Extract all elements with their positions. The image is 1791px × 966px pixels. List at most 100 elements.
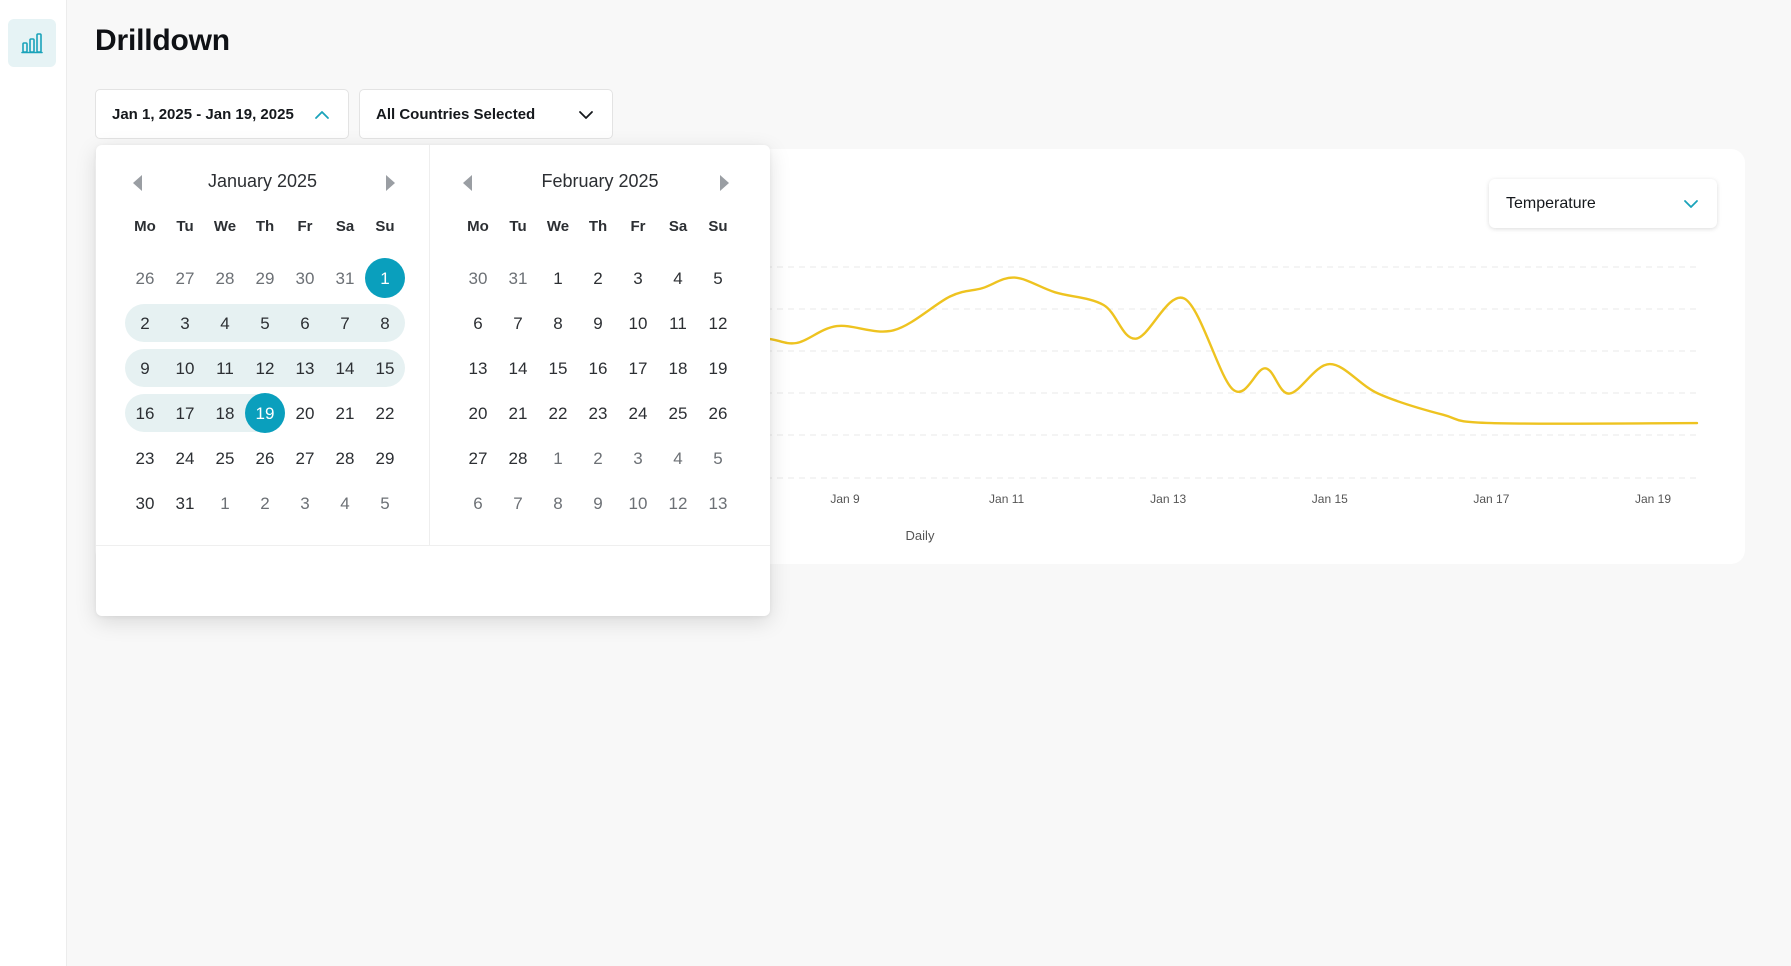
calendar-day[interactable]: 3: [165, 301, 205, 346]
calendar-day[interactable]: 7: [498, 481, 538, 526]
calendar-day[interactable]: 22: [538, 391, 578, 436]
calendar-day[interactable]: 13: [285, 346, 325, 391]
calendar-day-number: 11: [669, 313, 687, 333]
calendar-day[interactable]: 11: [205, 346, 245, 391]
calendar-day[interactable]: 16: [578, 346, 618, 391]
calendar-day[interactable]: 28: [205, 256, 245, 301]
calendar-day[interactable]: 2: [245, 481, 285, 526]
calendar-day[interactable]: 12: [245, 346, 285, 391]
calendar-day-number: 28: [335, 448, 355, 468]
calendar-day[interactable]: 19: [698, 346, 738, 391]
x-tick-label: Jan 13: [1150, 492, 1186, 506]
calendar-day[interactable]: 5: [365, 481, 405, 526]
calendar-day[interactable]: 28: [325, 436, 365, 481]
calendar-day[interactable]: 30: [285, 256, 325, 301]
calendar-day[interactable]: 31: [325, 256, 365, 301]
calendar-day[interactable]: 28: [498, 436, 538, 481]
chevron-down-icon: [1684, 200, 1698, 208]
calendar-day[interactable]: 16: [125, 391, 165, 436]
calendar-day[interactable]: 12: [658, 481, 698, 526]
calendar-day[interactable]: 24: [618, 391, 658, 436]
calendar-day[interactable]: 20: [458, 391, 498, 436]
calendar-day[interactable]: 25: [658, 391, 698, 436]
calendar-day-number: 31: [508, 268, 528, 288]
calendar-day[interactable]: 2: [578, 436, 618, 481]
calendar-day[interactable]: 5: [698, 436, 738, 481]
calendar-day[interactable]: 31: [165, 481, 205, 526]
calendar-day[interactable]: 27: [458, 436, 498, 481]
next-month-icon[interactable]: [716, 173, 732, 193]
calendar-day[interactable]: 7: [325, 301, 365, 346]
calendar-day[interactable]: 6: [285, 301, 325, 346]
calendar-day[interactable]: 15: [365, 346, 405, 391]
calendar-day[interactable]: 8: [538, 481, 578, 526]
calendar-day[interactable]: 10: [618, 301, 658, 346]
weekday-header: Mo Tu We Th Fr Sa Su: [125, 218, 405, 235]
x-tick-label: Jan 9: [830, 492, 860, 506]
calendar-day[interactable]: 26: [125, 256, 165, 301]
calendar-day[interactable]: 10: [165, 346, 205, 391]
calendar-day[interactable]: 20: [285, 391, 325, 436]
calendar-day[interactable]: 10: [618, 481, 658, 526]
calendar-day[interactable]: 30: [458, 256, 498, 301]
calendar-day[interactable]: 1: [538, 436, 578, 481]
calendar-day[interactable]: 26: [698, 391, 738, 436]
calendar-day[interactable]: 21: [498, 391, 538, 436]
calendar-day[interactable]: 25: [205, 436, 245, 481]
calendar-day-selected[interactable]: 19: [245, 391, 285, 436]
calendar-day[interactable]: 9: [125, 346, 165, 391]
calendar-day[interactable]: 9: [578, 481, 618, 526]
calendar-day[interactable]: 4: [325, 481, 365, 526]
calendar-day-number: 2: [593, 268, 603, 288]
weekday-label: Th: [255, 218, 275, 235]
calendar-day[interactable]: 1: [205, 481, 245, 526]
calendar-day[interactable]: 2: [578, 256, 618, 301]
calendar-day[interactable]: 11: [658, 301, 698, 346]
calendar-day[interactable]: 8: [365, 301, 405, 346]
calendar-day[interactable]: 8: [538, 301, 578, 346]
calendar-day[interactable]: 14: [325, 346, 365, 391]
calendar-day[interactable]: 27: [285, 436, 325, 481]
calendar-day-selected[interactable]: 1: [365, 256, 405, 301]
calendar-day[interactable]: 4: [658, 436, 698, 481]
calendar-day[interactable]: 18: [658, 346, 698, 391]
calendar-day[interactable]: 12: [698, 301, 738, 346]
calendar-day[interactable]: 1: [538, 256, 578, 301]
metric-select[interactable]: Temperature: [1489, 179, 1717, 228]
calendar-day[interactable]: 27: [165, 256, 205, 301]
calendar-day[interactable]: 5: [245, 301, 285, 346]
calendar-day[interactable]: 13: [698, 481, 738, 526]
calendar-day[interactable]: 29: [365, 436, 405, 481]
calendar-day[interactable]: 3: [618, 436, 658, 481]
calendar-day[interactable]: 4: [205, 301, 245, 346]
calendar-day[interactable]: 5: [698, 256, 738, 301]
calendar-day[interactable]: 14: [498, 346, 538, 391]
calendar-day[interactable]: 31: [498, 256, 538, 301]
calendar-day[interactable]: 30: [125, 481, 165, 526]
calendar-day[interactable]: 21: [325, 391, 365, 436]
calendar-day[interactable]: 15: [538, 346, 578, 391]
calendar-day[interactable]: 22: [365, 391, 405, 436]
calendar-day[interactable]: 3: [285, 481, 325, 526]
calendar-day[interactable]: 4: [658, 256, 698, 301]
next-month-icon[interactable]: [382, 173, 398, 193]
calendar-day[interactable]: 17: [165, 391, 205, 436]
calendar-day[interactable]: 9: [578, 301, 618, 346]
calendar-day[interactable]: 3: [618, 256, 658, 301]
calendar-day[interactable]: 7: [498, 301, 538, 346]
calendar-day[interactable]: 2: [125, 301, 165, 346]
calendar-day-number: 2: [260, 493, 270, 513]
calendar-day-number: 17: [628, 358, 648, 378]
calendar-day[interactable]: 23: [578, 391, 618, 436]
calendar-day[interactable]: 23: [125, 436, 165, 481]
calendar-day[interactable]: 13: [458, 346, 498, 391]
calendar-day[interactable]: 18: [205, 391, 245, 436]
calendar-day[interactable]: 29: [245, 256, 285, 301]
calendar-day[interactable]: 26: [245, 436, 285, 481]
calendar-day[interactable]: 24: [165, 436, 205, 481]
calendar-day[interactable]: 17: [618, 346, 658, 391]
calendar-month-january: January 2025 Mo Tu We Th Fr Sa Su 26 27 28 29 30 31…: [96, 145, 430, 545]
calendar-day-number: 24: [175, 448, 195, 468]
calendar-day[interactable]: 6: [458, 481, 498, 526]
calendar-day[interactable]: 6: [458, 301, 498, 346]
